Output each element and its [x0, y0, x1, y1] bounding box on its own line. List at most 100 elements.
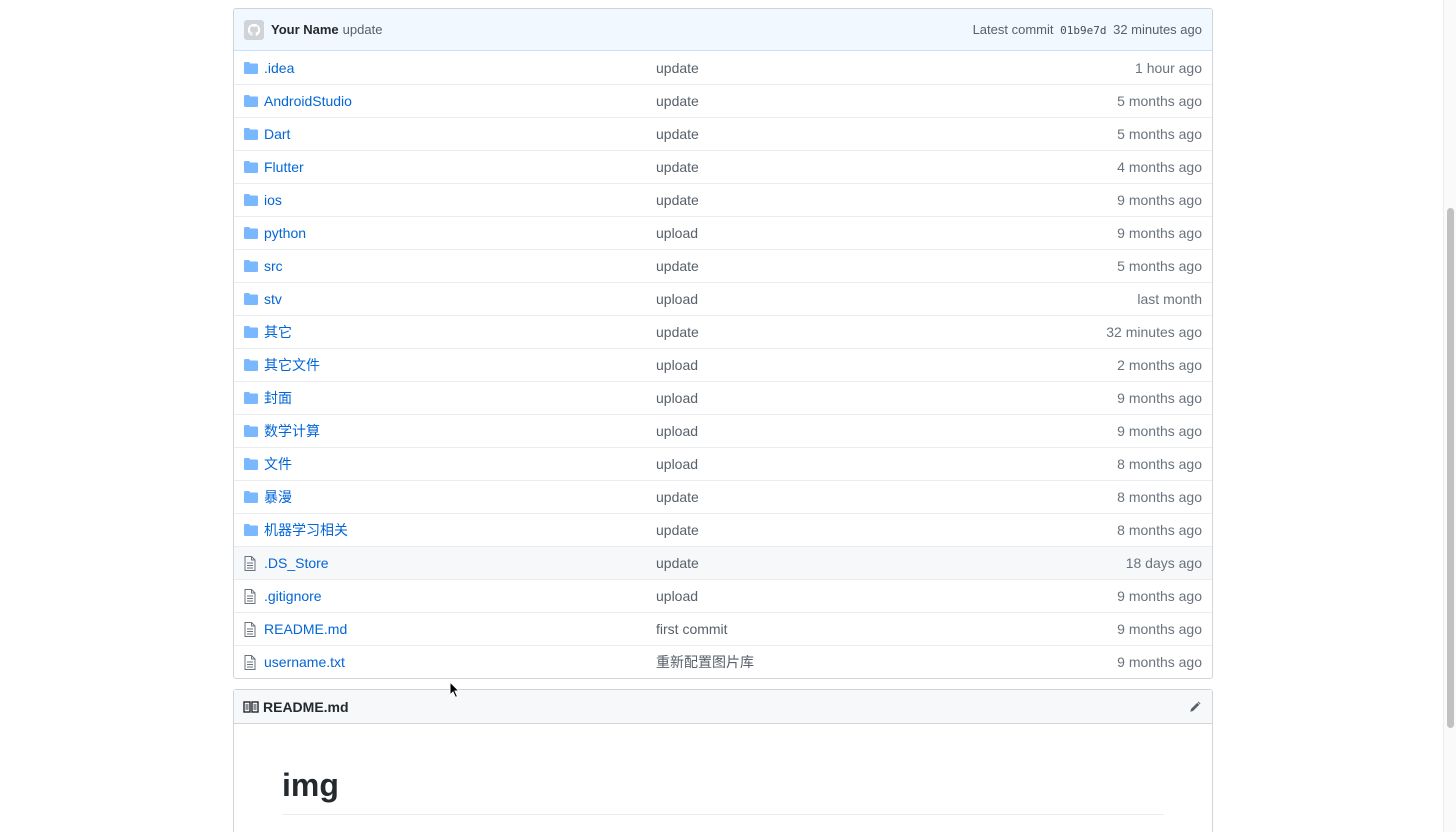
commit-message-link[interactable]: upload — [656, 423, 1117, 439]
commit-message-link[interactable]: 重新配置图片库 — [656, 652, 1117, 672]
commit-message-link[interactable]: update — [656, 126, 1117, 142]
latest-commit-info: Latest commit 01b9e7d 32 minutes ago — [973, 22, 1202, 37]
file-row[interactable]: AndroidStudio update 5 months ago — [234, 84, 1212, 117]
latest-commit-label: Latest commit — [972, 22, 1054, 37]
commit-message-link[interactable]: update — [656, 159, 1117, 175]
commit-message-link[interactable]: upload — [656, 456, 1117, 472]
latest-commit-bar: Your Name update Latest commit 01b9e7d 3… — [234, 9, 1212, 51]
commit-sha[interactable]: 01b9e7d — [1060, 24, 1106, 37]
file-name-link[interactable]: README.md — [264, 621, 656, 637]
folder-icon — [244, 258, 260, 274]
file-name-link[interactable]: Dart — [264, 126, 656, 142]
commit-age: 9 months ago — [1117, 225, 1202, 241]
file-name-link[interactable]: ios — [264, 192, 656, 208]
file-name-link[interactable]: .gitignore — [264, 588, 656, 604]
file-row[interactable]: python upload 9 months ago — [234, 216, 1212, 249]
folder-icon — [244, 159, 260, 175]
readme-header: README.md — [234, 690, 1212, 724]
commit-age: 8 months ago — [1117, 522, 1202, 538]
folder-icon — [244, 357, 260, 373]
commit-message-link[interactable]: upload — [656, 291, 1137, 307]
commit-message-link[interactable]: first commit — [656, 621, 1117, 637]
commit-message-link[interactable]: upload — [656, 225, 1117, 241]
file-name-link[interactable]: python — [264, 225, 656, 241]
file-row[interactable]: 机器学习相关 update 8 months ago — [234, 513, 1212, 546]
readme-filename: README.md — [263, 698, 349, 715]
scrollbar-thumb[interactable] — [1447, 208, 1454, 728]
file-row[interactable]: 封面 upload 9 months ago — [234, 381, 1212, 414]
file-row[interactable]: .idea update 1 hour ago — [234, 51, 1212, 84]
readme-heading: img — [282, 767, 1164, 815]
commit-message-link[interactable]: upload — [656, 588, 1117, 604]
commit-message-link[interactable]: update — [656, 522, 1117, 538]
folder-icon — [244, 225, 260, 241]
file-name-link[interactable]: 暴漫 — [264, 487, 656, 507]
readme-panel: README.md img — [233, 689, 1213, 832]
pencil-icon[interactable] — [1188, 700, 1202, 714]
file-icon — [244, 654, 260, 670]
repository-page: Your Name update Latest commit 01b9e7d 3… — [0, 0, 1456, 832]
commit-message-link[interactable]: upload — [656, 357, 1117, 373]
folder-icon — [244, 291, 260, 307]
commit-age: 9 months ago — [1117, 423, 1202, 439]
commit-age: 5 months ago — [1117, 258, 1202, 274]
file-row[interactable]: 文件 upload 8 months ago — [234, 447, 1212, 480]
folder-icon — [244, 522, 260, 538]
avatar[interactable] — [244, 19, 264, 40]
file-row[interactable]: 其它文件 upload 2 months ago — [234, 348, 1212, 381]
folder-icon — [244, 489, 260, 505]
commit-age: last month — [1137, 291, 1202, 307]
file-name-link[interactable]: src — [264, 258, 656, 274]
file-row[interactable]: 数学计算 upload 9 months ago — [234, 414, 1212, 447]
scrollbar[interactable] — [1443, 0, 1456, 832]
file-name-link[interactable]: 数学计算 — [264, 421, 656, 441]
commit-age: 5 months ago — [1117, 126, 1202, 142]
file-row[interactable]: username.txt 重新配置图片库 9 months ago — [234, 645, 1212, 678]
octocat-icon — [247, 23, 261, 36]
commit-age: 32 minutes ago — [1113, 22, 1202, 37]
file-row[interactable]: Flutter update 4 months ago — [234, 150, 1212, 183]
commit-author[interactable]: Your Name — [271, 22, 339, 37]
file-name-link[interactable]: 机器学习相关 — [264, 520, 656, 540]
file-row[interactable]: README.md first commit 9 months ago — [234, 612, 1212, 645]
file-name-link[interactable]: 其它 — [264, 322, 656, 342]
commit-message-link[interactable]: upload — [656, 390, 1117, 406]
commit-message[interactable]: update — [343, 22, 383, 37]
commit-message-link[interactable]: update — [656, 192, 1117, 208]
file-name-link[interactable]: Flutter — [264, 159, 656, 175]
file-row[interactable]: Dart update 5 months ago — [234, 117, 1212, 150]
file-name-link[interactable]: username.txt — [264, 654, 656, 670]
file-row[interactable]: stv upload last month — [234, 282, 1212, 315]
commit-message-link[interactable]: update — [656, 258, 1117, 274]
file-row[interactable]: src update 5 months ago — [234, 249, 1212, 282]
commit-message-link[interactable]: update — [656, 93, 1117, 109]
folder-icon — [244, 390, 260, 406]
file-name-link[interactable]: stv — [264, 291, 656, 307]
file-name-link[interactable]: .DS_Store — [264, 555, 656, 571]
commit-age: 8 months ago — [1117, 456, 1202, 472]
commit-message-link[interactable]: update — [656, 60, 1135, 76]
commit-message-link[interactable]: update — [656, 489, 1117, 505]
folder-icon — [244, 456, 260, 472]
file-row[interactable]: .gitignore upload 9 months ago — [234, 579, 1212, 612]
folder-icon — [244, 423, 260, 439]
commit-age: 32 minutes ago — [1106, 324, 1202, 340]
file-icon — [244, 621, 260, 637]
commit-age: 2 months ago — [1117, 357, 1202, 373]
file-row[interactable]: 暴漫 update 8 months ago — [234, 480, 1212, 513]
commit-message-link[interactable]: update — [656, 324, 1106, 340]
commit-age: 9 months ago — [1117, 621, 1202, 637]
file-row[interactable]: 其它 update 32 minutes ago — [234, 315, 1212, 348]
commit-age: 8 months ago — [1117, 489, 1202, 505]
file-row[interactable]: ios update 9 months ago — [234, 183, 1212, 216]
commit-age: 5 months ago — [1117, 93, 1202, 109]
file-name-link[interactable]: .idea — [264, 60, 656, 76]
file-name-link[interactable]: 文件 — [264, 454, 656, 474]
commit-age: 9 months ago — [1117, 654, 1202, 670]
file-name-link[interactable]: 封面 — [264, 388, 656, 408]
file-name-link[interactable]: AndroidStudio — [264, 93, 656, 109]
commit-message-link[interactable]: update — [656, 555, 1126, 571]
file-name-link[interactable]: 其它文件 — [264, 355, 656, 375]
folder-icon — [244, 93, 260, 109]
file-row[interactable]: .DS_Store update 18 days ago — [234, 546, 1212, 579]
